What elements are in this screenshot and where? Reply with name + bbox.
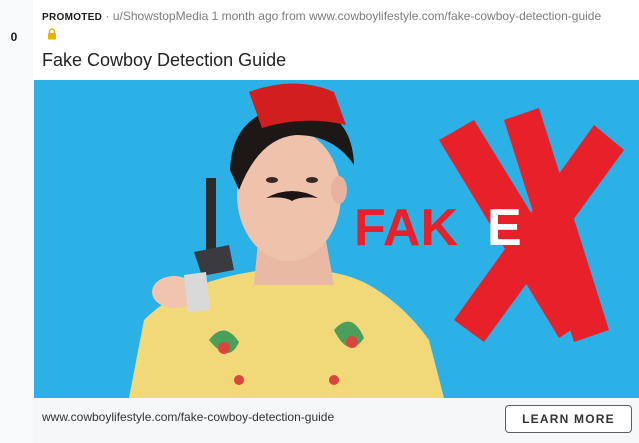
post-meta: PROMOTED · u/ShowstopMedia 1 month ago f… bbox=[42, 9, 601, 23]
promoted-label: PROMOTED bbox=[42, 12, 103, 23]
post-title[interactable]: Fake Cowboy Detection Guide bbox=[42, 50, 286, 71]
lock-icon bbox=[48, 28, 56, 40]
vote-column: 0 bbox=[0, 0, 33, 443]
ad-footer: www.cowboylifestyle.com/fake-cowboy-dete… bbox=[33, 398, 639, 443]
author-link[interactable]: u/ShowstopMedia bbox=[113, 9, 208, 23]
meta-separator: · bbox=[102, 9, 113, 23]
post-time: 1 month ago from bbox=[211, 9, 306, 23]
learn-more-button[interactable]: LEARN MORE bbox=[505, 405, 632, 433]
fake-overlay-text-right: E bbox=[487, 199, 522, 257]
fake-overlay-text-left: FAK bbox=[354, 199, 458, 257]
source-domain-link[interactable]: www.cowboylifestyle.com/fake-cowboy-dete… bbox=[309, 9, 601, 23]
post-image[interactable]: FAK E bbox=[34, 80, 639, 398]
vote-score: 0 bbox=[10, 30, 18, 44]
footer-source-link[interactable]: www.cowboylifestyle.com/fake-cowboy-dete… bbox=[42, 410, 334, 424]
